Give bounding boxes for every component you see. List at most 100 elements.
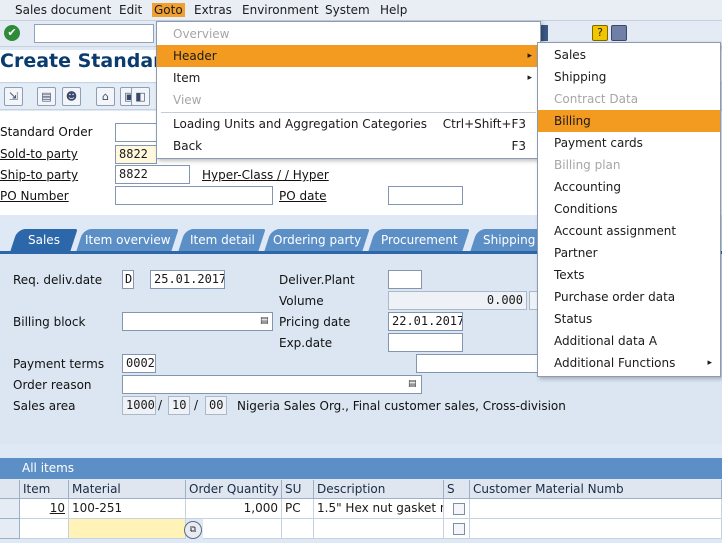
orders-icon[interactable]: ⌂ bbox=[96, 87, 115, 106]
standard-order-label: Standard Order bbox=[0, 125, 93, 139]
menu-item-item[interactable]: Item ▸ bbox=[157, 67, 540, 89]
menu-bar: Sales document Edit Goto Extras Environm… bbox=[0, 0, 722, 21]
menu-item-header[interactable]: Header ▸ bbox=[157, 45, 540, 67]
tab-item-detail[interactable]: Item detail bbox=[178, 229, 266, 251]
deliver-plant-field[interactable] bbox=[388, 270, 422, 289]
item-details-icon[interactable]: ◧ bbox=[131, 87, 150, 106]
table-row-qty[interactable]: 1,000 bbox=[186, 499, 282, 519]
row-checkbox[interactable] bbox=[453, 503, 465, 515]
table-row-material[interactable] bbox=[69, 519, 186, 539]
help-icon[interactable]: ? bbox=[592, 25, 608, 41]
menu-extras[interactable]: Extras bbox=[194, 3, 232, 17]
table-row-description[interactable] bbox=[314, 519, 444, 539]
table-row-qty[interactable] bbox=[203, 519, 282, 539]
table-row-material[interactable]: 100-251 bbox=[69, 499, 186, 519]
table-row-description[interactable]: 1.5" Hex nut gasket neo bbox=[314, 499, 444, 519]
sales-area-description: Nigeria Sales Org., Final customer sales… bbox=[237, 399, 566, 413]
po-number-field[interactable] bbox=[115, 186, 273, 205]
submenu-contract-data[interactable]: Contract Data bbox=[538, 88, 720, 110]
layout-menu-icon[interactable] bbox=[611, 25, 627, 41]
tab-sales[interactable]: Sales bbox=[10, 229, 78, 251]
order-reason-dropdown[interactable] bbox=[122, 375, 422, 394]
payment-terms-field[interactable]: 0002 bbox=[122, 354, 156, 373]
submenu-status[interactable]: Status bbox=[538, 308, 720, 330]
distr-channel-field: 10 bbox=[168, 396, 190, 415]
billing-block-dropdown[interactable] bbox=[122, 312, 273, 331]
submenu-shipping[interactable]: Shipping bbox=[538, 66, 720, 88]
row-selector[interactable] bbox=[0, 499, 20, 519]
tab-ordering-party[interactable]: Ordering party bbox=[264, 229, 370, 251]
submenu-additional-data-a[interactable]: Additional data A bbox=[538, 330, 720, 352]
submenu-payment-cards[interactable]: Payment cards bbox=[538, 132, 720, 154]
submenu-texts[interactable]: Texts bbox=[538, 264, 720, 286]
table-row-customer-material[interactable] bbox=[470, 519, 722, 539]
submenu-account-assignment[interactable]: Account assignment bbox=[538, 220, 720, 242]
menu-goto[interactable]: Goto bbox=[152, 3, 185, 17]
submenu-billing-plan[interactable]: Billing plan bbox=[538, 154, 720, 176]
po-date-field[interactable] bbox=[388, 186, 463, 205]
submenu-partner[interactable]: Partner bbox=[538, 242, 720, 264]
document-header-icon[interactable]: ▤ bbox=[37, 87, 56, 106]
row-checkbox[interactable] bbox=[453, 523, 465, 535]
submenu-billing[interactable]: Billing bbox=[538, 110, 720, 132]
command-field[interactable] bbox=[34, 24, 154, 43]
pricing-date-field[interactable]: 22.01.2017 bbox=[388, 312, 463, 331]
ship-to-name[interactable]: Hyper-Class / / Hyper bbox=[202, 168, 329, 182]
sold-to-party-field[interactable]: 8822 bbox=[115, 145, 157, 164]
menu-edit[interactable]: Edit bbox=[119, 3, 142, 17]
submenu-accounting[interactable]: Accounting bbox=[538, 176, 720, 198]
menu-item-overview[interactable]: Overview bbox=[157, 23, 540, 45]
col-order-quantity[interactable]: Order Quantity bbox=[186, 480, 282, 499]
req-deliv-date-field[interactable]: 25.01.2017 bbox=[150, 270, 225, 289]
partner-person-icon[interactable]: ☻ bbox=[62, 87, 81, 106]
exp-date-label: Exp.date bbox=[279, 336, 333, 350]
col-item[interactable]: Item bbox=[20, 480, 69, 499]
col-su[interactable]: SU bbox=[282, 480, 314, 499]
menu-item-loading-units[interactable]: Loading Units and Aggregation Categories… bbox=[157, 113, 540, 135]
submenu-arrow-icon: ▸ bbox=[527, 51, 532, 61]
payment-terms-label: Payment terms bbox=[13, 357, 105, 371]
table-row-item[interactable] bbox=[20, 519, 69, 539]
row-selector[interactable] bbox=[0, 519, 20, 539]
menu-item-back[interactable]: Back F3 bbox=[157, 135, 540, 157]
table-row-item[interactable]: 10 bbox=[20, 499, 69, 519]
menu-sales-document[interactable]: Sales document bbox=[15, 3, 111, 17]
sales-area-label: Sales area bbox=[13, 399, 76, 413]
slash-separator: / bbox=[194, 398, 199, 412]
incoterms-field[interactable] bbox=[416, 354, 540, 373]
dropdown-list-icon[interactable]: ▤ bbox=[260, 316, 270, 327]
col-customer-material[interactable]: Customer Material Numb bbox=[470, 480, 722, 499]
submenu-additional-functions[interactable]: Additional Functions ▸ bbox=[538, 352, 720, 374]
enter-checkmark-icon[interactable]: ✔ bbox=[4, 25, 20, 41]
submenu-conditions[interactable]: Conditions bbox=[538, 198, 720, 220]
menu-help[interactable]: Help bbox=[380, 3, 407, 17]
table-row-su[interactable]: PC bbox=[282, 499, 314, 519]
ship-to-party-field[interactable]: 8822 bbox=[115, 165, 190, 184]
select-all-cell[interactable] bbox=[0, 480, 20, 499]
order-reason-label: Order reason bbox=[13, 378, 92, 392]
table-row-su[interactable] bbox=[282, 519, 314, 539]
page-title: Create Standard bbox=[0, 50, 177, 72]
value-help-icon[interactable]: ⧉ bbox=[184, 521, 202, 539]
date-format-field[interactable]: D bbox=[122, 270, 134, 289]
sold-to-party-label[interactable]: Sold-to party bbox=[0, 147, 78, 161]
ship-to-party-label[interactable]: Ship-to party bbox=[0, 168, 78, 182]
menu-system[interactable]: System bbox=[325, 3, 370, 17]
order-number-field[interactable] bbox=[115, 123, 157, 142]
dropdown-list-icon[interactable]: ▤ bbox=[408, 379, 418, 390]
menu-item-view[interactable]: View bbox=[157, 89, 540, 111]
display-doc-flow-icon[interactable]: ⇲ bbox=[4, 87, 23, 106]
col-description[interactable]: Description bbox=[314, 480, 444, 499]
exp-date-field[interactable] bbox=[388, 333, 463, 352]
submenu-purchase-order-data[interactable]: Purchase order data bbox=[538, 286, 720, 308]
table-row-customer-material[interactable] bbox=[470, 499, 722, 519]
col-material[interactable]: Material bbox=[69, 480, 186, 499]
submenu-arrow-icon: ▸ bbox=[527, 73, 532, 83]
req-deliv-date-label: Req. deliv.date bbox=[13, 273, 103, 287]
col-s[interactable]: S bbox=[444, 480, 470, 499]
menu-environment[interactable]: Environment bbox=[242, 3, 319, 17]
tab-shipping[interactable]: Shipping bbox=[470, 229, 548, 251]
submenu-sales[interactable]: Sales bbox=[538, 44, 720, 66]
tab-procurement[interactable]: Procurement bbox=[368, 229, 470, 251]
tab-item-overview[interactable]: Item overview bbox=[76, 229, 179, 251]
